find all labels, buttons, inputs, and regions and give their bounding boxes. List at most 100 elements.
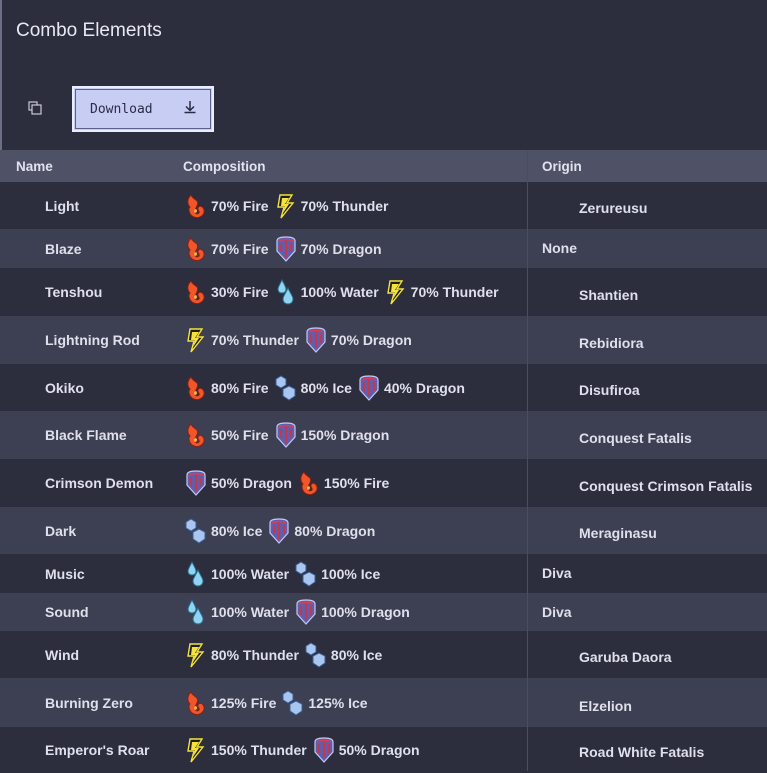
table-body: Light 70% Fire 70% Thunder Zerureusu Blaze 70…	[0, 182, 767, 773]
composition-label: 80% Dragon	[294, 522, 376, 539]
composition-label: 70% Dragon	[330, 332, 412, 348]
row-origin: Disufiroa	[579, 382, 640, 398]
row-origin: Diva	[542, 604, 572, 620]
table-row[interactable]: Music 100% Water 100% Ice Diva	[0, 554, 767, 593]
download-button[interactable]: Download	[72, 86, 214, 132]
composition-element: 150% Dragon	[275, 422, 389, 448]
ice-icon	[282, 689, 308, 716]
fire-icon	[298, 470, 324, 496]
composition-label: 100% Water	[300, 284, 379, 300]
dragon-icon	[305, 327, 331, 353]
composition-element: 150% Thunder	[185, 737, 307, 763]
thunder-icon	[185, 642, 211, 668]
composition-label: 50% Fire	[211, 427, 269, 443]
composition-element: 125% Fire	[185, 690, 276, 716]
table-row[interactable]: Emperor's Roar 150% Thunder 50% Dragon Road…	[0, 727, 767, 773]
page-title: Combo Elements	[16, 20, 162, 41]
row-composition: 150% Thunder 50% Dragon	[185, 737, 426, 763]
row-composition: 50% Dragon 150% Fire	[185, 470, 395, 496]
row-composition: 100% Water 100% Ice	[185, 560, 386, 587]
row-composition: 70% Fire 70% Dragon	[185, 235, 388, 262]
composition-label: 40% Dragon	[383, 379, 465, 396]
composition-label: 100% Ice	[321, 565, 381, 582]
table-row[interactable]: Burning Zero 125% Fire 125% Ice Elzelion	[0, 678, 767, 727]
composition-element: 100% Water	[275, 279, 379, 305]
row-name: Blaze	[45, 240, 82, 257]
column-header-composition[interactable]: Composition	[183, 159, 266, 174]
composition-element: 150% Fire	[298, 470, 389, 496]
table-row[interactable]: Lightning Rod 70% Thunder 70% Dragon Rebidi…	[0, 316, 767, 364]
composition-label: 80% Ice	[330, 646, 383, 663]
table-row[interactable]: Sound 100% Water 100% Dragon Diva	[0, 593, 767, 631]
row-origin: Meraginasu	[579, 525, 657, 541]
table-row[interactable]: Dark 80% Ice 80% Dragon Meraginasu	[0, 507, 767, 554]
table-row[interactable]: Crimson Demon 50% Dragon 150% Fire Conquest…	[0, 459, 767, 507]
row-origin: Diva	[542, 565, 572, 581]
ice-icon	[275, 374, 301, 401]
composition-element: 50% Dragon	[185, 470, 292, 496]
table-header: Name Composition Origin	[0, 150, 767, 182]
row-name: Okiko	[45, 379, 84, 396]
column-header-origin[interactable]: Origin	[542, 159, 582, 174]
page: Combo Elements Download Name Composition…	[0, 0, 767, 773]
composition-element: 50% Dragon	[313, 737, 420, 763]
row-name: Black Flame	[45, 427, 127, 443]
row-composition: 50% Fire 150% Dragon	[185, 422, 395, 448]
composition-element: 80% Fire	[185, 375, 269, 401]
row-origin: None	[542, 240, 577, 256]
composition-element: 80% Ice	[275, 374, 352, 401]
combo-elements-table: Name Composition Origin Light 70% Fire 70%…	[0, 150, 767, 773]
composition-label: 30% Fire	[211, 284, 269, 300]
row-name: Burning Zero	[45, 694, 133, 711]
composition-label: 70% Thunder	[410, 284, 499, 300]
water-icon	[275, 279, 301, 305]
composition-label: 70% Fire	[211, 240, 269, 257]
dragon-icon	[275, 235, 301, 262]
composition-label: 150% Thunder	[211, 742, 307, 758]
fire-icon	[185, 193, 211, 219]
table-row[interactable]: Wind 80% Thunder 80% Ice Garuba Daora	[0, 631, 767, 678]
column-divider	[527, 150, 528, 771]
composition-label: 80% Ice	[211, 522, 263, 539]
composition-label: 50% Dragon	[211, 475, 292, 491]
composition-label: 70% Thunder	[300, 197, 389, 214]
row-name: Emperor's Roar	[45, 742, 150, 758]
row-origin: Road White Fatalis	[579, 744, 705, 760]
composition-element: 100% Dragon	[295, 599, 410, 625]
table-row[interactable]: Okiko 80% Fire 80% Ice 40% Dragon Disufiroa	[0, 364, 767, 411]
column-header-name[interactable]: Name	[16, 159, 53, 174]
row-origin: Elzelion	[579, 698, 632, 714]
fire-icon	[185, 236, 211, 262]
composition-element: 70% Fire	[185, 193, 269, 219]
row-name: Sound	[45, 604, 89, 620]
thunder-icon	[275, 193, 301, 219]
fire-icon	[185, 422, 211, 448]
water-icon	[185, 599, 211, 625]
composition-label: 125% Fire	[211, 694, 277, 711]
row-origin: Conquest Crimson Fatalis	[579, 478, 753, 494]
composition-element: 40% Dragon	[358, 374, 465, 401]
composition-element: 70% Fire	[185, 236, 269, 262]
row-origin: Conquest Fatalis	[579, 430, 692, 446]
table-row[interactable]: Blaze 70% Fire 70% Dragon None	[0, 229, 767, 268]
ice-icon	[305, 641, 331, 668]
download-label: Download	[90, 101, 153, 117]
composition-element: 100% Water	[185, 560, 289, 587]
composition-element: 80% Dragon	[268, 517, 376, 544]
table-row[interactable]: Black Flame 50% Fire 150% Dragon Conquest F…	[0, 411, 767, 459]
composition-element: 80% Ice	[185, 517, 263, 544]
row-composition: 70% Thunder 70% Dragon	[185, 327, 418, 353]
copy-button[interactable]	[24, 98, 46, 120]
table-row[interactable]: Light 70% Fire 70% Thunder Zerureusu	[0, 182, 767, 229]
row-composition: 80% Ice 80% Dragon	[185, 517, 381, 544]
composition-element: 30% Fire	[185, 279, 269, 305]
row-origin: Garuba Daora	[579, 649, 672, 665]
fire-icon	[185, 690, 211, 716]
row-name: Crimson Demon	[45, 475, 154, 491]
composition-label: 80% Fire	[211, 379, 269, 396]
copy-icon	[28, 100, 42, 119]
composition-label: 100% Water	[211, 604, 290, 620]
table-row[interactable]: Tenshou 30% Fire 100% Water 70% Thunder Shan…	[0, 268, 767, 316]
composition-element: 70% Dragon	[305, 327, 412, 353]
composition-label: 125% Ice	[308, 694, 368, 711]
